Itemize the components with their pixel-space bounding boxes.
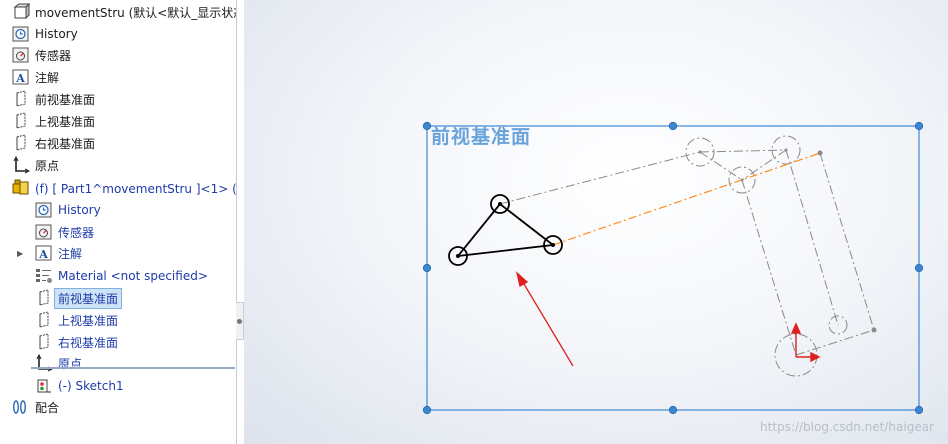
plane-name-label: 前视基准面 [431, 126, 532, 148]
origin-triad-icon [790, 322, 821, 363]
construction-line[interactable] [552, 152, 821, 246]
plane-handle[interactable] [914, 263, 924, 273]
plane-handle[interactable] [914, 121, 924, 131]
plane-handle[interactable] [422, 263, 432, 273]
plane-handle[interactable] [422, 121, 432, 131]
front-plane-boundary[interactable] [426, 125, 920, 411]
plane-handle[interactable] [668, 121, 678, 131]
reference-points [698, 148, 877, 333]
plane-handle[interactable] [668, 405, 678, 415]
triangle-sketch[interactable] [448, 194, 563, 266]
plane-handle[interactable] [914, 405, 924, 415]
plane-handle[interactable] [422, 405, 432, 415]
watermark-text: https://blog.csdn.net/haigear [760, 420, 934, 434]
annotation-arrow [515, 271, 574, 367]
reference-geometry [499, 135, 875, 377]
sketch-scene [422, 121, 924, 415]
plane-handles[interactable] [422, 121, 924, 415]
